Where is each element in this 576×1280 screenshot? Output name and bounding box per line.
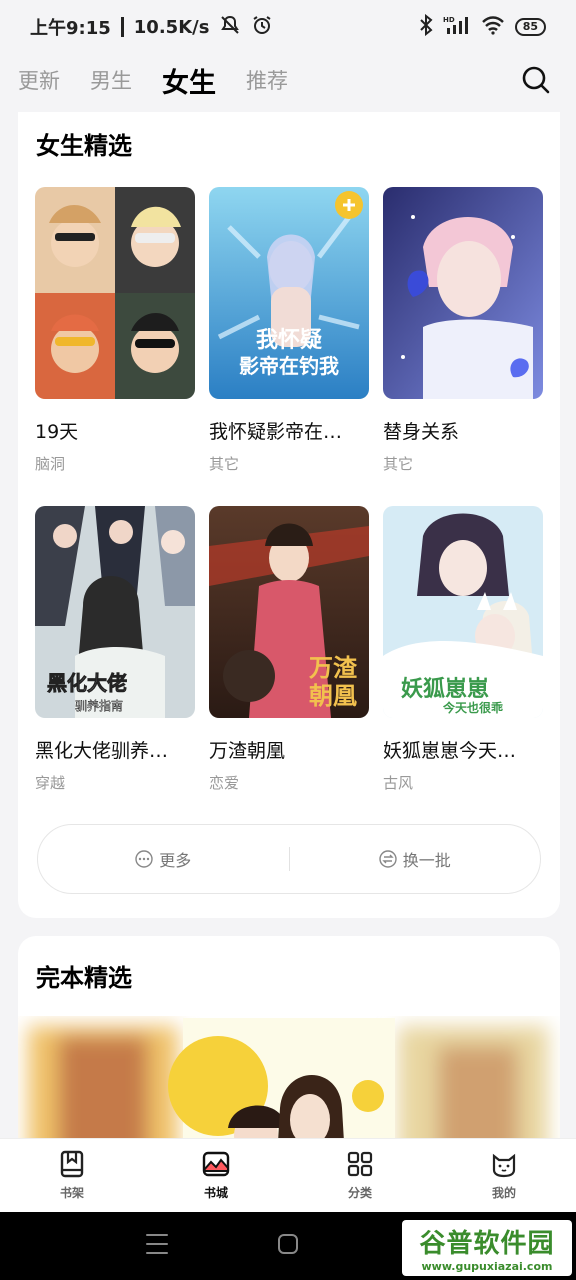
svg-text:今天也很乖: 今天也很乖 <box>442 700 503 715</box>
svg-text:黑化大佬: 黑化大佬 <box>47 671 127 695</box>
refresh-label: 换一批 <box>402 851 451 870</box>
book-genre: 穿越 <box>35 774 66 792</box>
more-button[interactable]: 更多 <box>38 847 289 871</box>
book-item[interactable]: 我怀疑 影帝在钓我 我怀疑影帝在… 其它 <box>209 187 369 473</box>
nav-label: 我的 <box>491 1186 516 1200</box>
book-genre: 其它 <box>209 455 240 473</box>
book-genre: 其它 <box>383 455 414 473</box>
svg-text:影帝在钓我: 影帝在钓我 <box>239 354 339 378</box>
bottom-nav: 书架 书城 分类 我的 <box>0 1138 576 1212</box>
tab-female[interactable]: 女生 <box>162 61 216 100</box>
svg-text:万渣: 万渣 <box>309 653 358 682</box>
featured-banner[interactable] <box>18 1016 560 1156</box>
nav-category[interactable]: 分类 <box>288 1139 432 1212</box>
network-speed: 10.5K/s <box>133 16 210 38</box>
top-tab-bar: 更新 男生 女生 推荐 <box>0 54 576 106</box>
battery-indicator: 85 <box>514 18 546 36</box>
book-title: 我怀疑影帝在… <box>209 421 343 443</box>
book-cover: 我怀疑 影帝在钓我 <box>209 187 369 399</box>
status-time: 上午9:15 <box>30 18 111 39</box>
tab-updates[interactable]: 更新 <box>18 65 60 95</box>
section-title: 女生精选 <box>36 132 132 160</box>
nav-label: 书城 <box>203 1186 228 1200</box>
book-title: 替身关系 <box>383 421 460 443</box>
svg-text:驯养指南: 驯养指南 <box>75 698 123 713</box>
refresh-icon <box>379 850 397 868</box>
book-title: 黑化大佬驯养… <box>35 740 169 762</box>
watermark-logo: 谷普软件园 www.gupuxiazai.com <box>402 1220 572 1276</box>
svg-text:妖狐崽崽: 妖狐崽崽 <box>401 676 489 702</box>
bluetooth-icon <box>419 13 433 40</box>
bookstore-icon <box>202 1151 230 1177</box>
book-item[interactable]: 19天 脑洞 <box>35 187 195 473</box>
signal-icon: HD <box>443 14 471 40</box>
watermark-main: 谷普软件园 <box>419 1229 555 1259</box>
book-cover <box>383 187 543 399</box>
book-cover: 万渣 朝凰 <box>209 506 369 718</box>
book-title: 19天 <box>35 421 79 443</box>
home-button[interactable] <box>278 1234 298 1254</box>
search-icon <box>522 66 550 94</box>
book-cover: 黑化大佬 驯养指南 <box>35 506 195 718</box>
svg-text:朝凰: 朝凰 <box>309 681 357 710</box>
wifi-icon <box>481 14 505 40</box>
complete-picks-card: 完本精选 <box>18 936 560 1156</box>
nav-profile[interactable]: 我的 <box>432 1139 576 1212</box>
nav-label: 书架 <box>59 1186 84 1200</box>
book-genre: 古风 <box>383 774 414 792</box>
status-separator <box>120 17 124 37</box>
search-button[interactable] <box>514 58 558 102</box>
alarm-icon <box>251 14 273 41</box>
refresh-button[interactable]: 换一批 <box>290 847 541 871</box>
nav-bookshelf[interactable]: 书架 <box>0 1139 144 1212</box>
category-icon <box>347 1151 373 1177</box>
book-title: 妖狐崽崽今天… <box>383 740 517 762</box>
female-picks-card: 女生精选 19天 脑洞 我怀疑 影帝在钓我 我怀疑影帝在… 其它 替身关系 其它… <box>18 112 560 918</box>
book-cover: 妖狐崽崽 今天也很乖 <box>383 506 543 718</box>
mute-icon <box>219 14 241 41</box>
more-icon <box>135 850 153 868</box>
system-nav-bar: 谷普软件园 www.gupuxiazai.com <box>0 1212 576 1280</box>
tab-recommend[interactable]: 推荐 <box>246 65 288 95</box>
book-genre: 脑洞 <box>35 455 66 473</box>
svg-text:HD: HD <box>443 16 455 24</box>
book-item[interactable]: 妖狐崽崽 今天也很乖 妖狐崽崽今天… 古风 <box>383 506 543 792</box>
section-title: 完本精选 <box>36 964 132 992</box>
profile-cat-icon <box>492 1153 516 1178</box>
book-genre: 恋爱 <box>209 774 240 792</box>
nav-bookstore[interactable]: 书城 <box>144 1139 288 1212</box>
recent-apps-button[interactable] <box>146 1234 168 1254</box>
book-cover <box>35 187 195 399</box>
book-item[interactable]: 万渣 朝凰 万渣朝凰 恋爱 <box>209 506 369 792</box>
nav-label: 分类 <box>347 1186 372 1200</box>
tab-male[interactable]: 男生 <box>90 65 132 95</box>
svg-text:我怀疑: 我怀疑 <box>256 327 322 353</box>
bookshelf-icon <box>60 1150 84 1178</box>
book-item[interactable]: 替身关系 其它 <box>383 187 543 473</box>
book-item[interactable]: 黑化大佬 驯养指南 黑化大佬驯养… 穿越 <box>35 506 195 792</box>
watermark-sub: www.gupuxiazai.com <box>421 1260 553 1273</box>
more-label: 更多 <box>159 851 192 870</box>
more-refresh-bar: 更多 换一批 <box>37 824 541 894</box>
status-bar: 上午9:15 10.5K/s HD 85 <box>0 0 576 54</box>
book-title: 万渣朝凰 <box>209 740 286 762</box>
